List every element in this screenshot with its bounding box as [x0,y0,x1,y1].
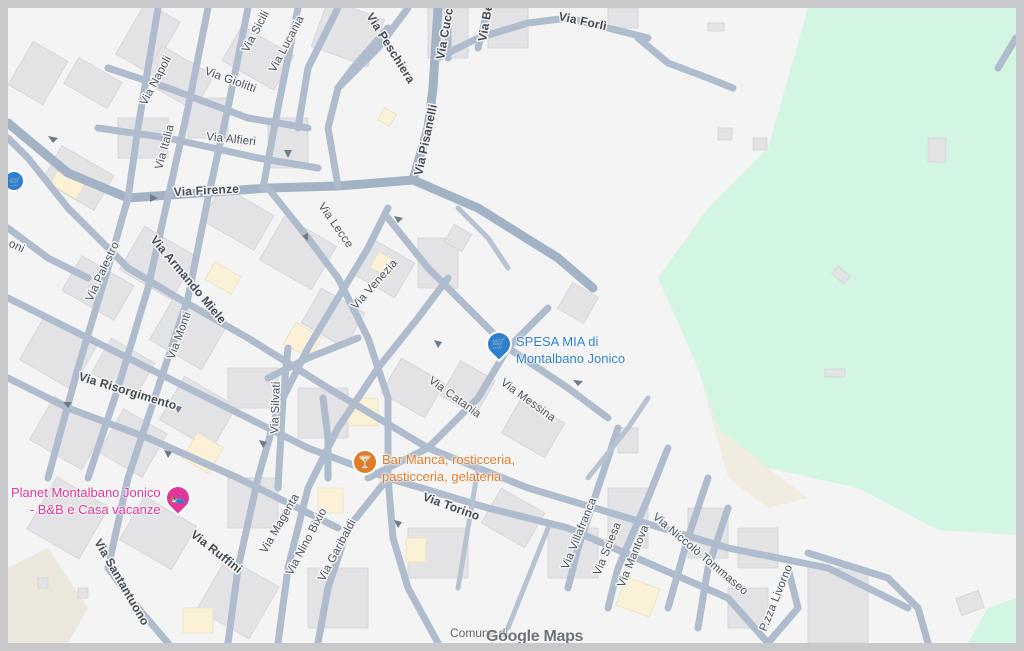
poi-planet-line2: - B&B e Casa vacanze [29,502,161,517]
poi-planet-montalbano[interactable]: Planet Montalbano Jonico - B&B e Casa va… [11,482,194,518]
sand-area-bottom [8,548,88,643]
edge-shopping-cart-marker[interactable]: 🛒 [8,170,25,192]
street-label-via-pisanelli: Via Pisanelli [411,103,440,177]
cocktail-icon: 🍸 [354,451,376,473]
bed-icon: 🛌 [162,482,194,514]
map-canvas[interactable]: Via Peschiera Via Cucc Via Be Via Forlì … [8,8,1016,643]
google-maps-logo: Google Maps [486,628,584,643]
poi-spesa-mia-line1: SPESA MIA di [516,334,599,349]
poi-bar-manca-line2: pasticceria, gelateria [382,469,502,484]
street-label-via-ruffini: Via Ruffini [188,527,245,576]
svg-text:🛒: 🛒 [9,175,21,188]
shopping-cart-icon: 🛒 [483,328,515,360]
poi-planet-line1: Planet Montalbano Jonico [11,485,161,500]
map-frame[interactable]: Via Peschiera Via Cucc Via Be Via Forlì … [8,8,1016,643]
street-label-via-forli: Via Forlì [557,9,608,33]
poi-spesa-mia[interactable]: 🛒 SPESA MIA di Montalbano Jonico [483,328,626,367]
poi-spesa-mia-line2: Montalbano Jonico [516,351,626,366]
poi-bar-manca-line1: Bar Manca, rosticceria, [382,452,515,467]
poi-bar-manca[interactable]: 🍸 Bar Manca, rosticceria, pasticceria, g… [354,451,515,485]
street-label-via-silvati: Via Silvati [269,381,283,434]
